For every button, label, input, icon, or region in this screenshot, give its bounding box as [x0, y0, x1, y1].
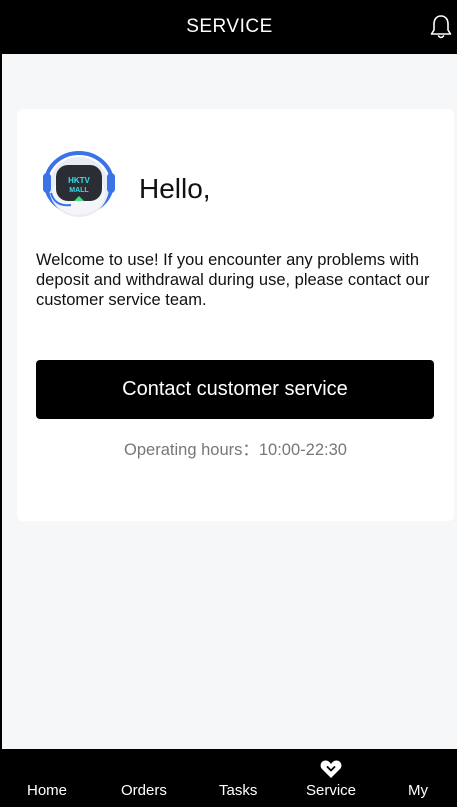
greeting-text: Hello,: [139, 173, 211, 204]
avatar-text-1: HKTV: [68, 176, 90, 185]
robot-avatar-icon: HKTV MALL: [43, 151, 115, 217]
contact-customer-service-button[interactable]: Contact customer service: [36, 360, 434, 419]
nav-item-orders[interactable]: Orders: [121, 782, 167, 799]
nav-item-home[interactable]: Home: [27, 782, 67, 799]
app-root: SERVICE HKTV MALL Hello, Welcome to use!…: [0, 0, 457, 807]
operating-hours-text: Operating hours：10:00-22:30: [124, 441, 347, 459]
bottom-nav: Home Orders Tasks Service My: [2, 749, 457, 807]
service-heart-icon: [320, 760, 342, 778]
bell-icon[interactable]: [429, 14, 453, 40]
welcome-description: Welcome to use! If you encounter any pro…: [36, 251, 430, 309]
nav-item-my[interactable]: My: [408, 782, 428, 799]
top-bar: SERVICE: [2, 0, 457, 54]
avatar-text-2: MALL: [69, 187, 89, 194]
service-card: HKTV MALL Hello, Welcome to use! If you …: [17, 109, 454, 521]
contact-button-label: Contact customer service: [122, 378, 348, 400]
nav-item-service[interactable]: Service: [306, 782, 356, 799]
nav-item-tasks[interactable]: Tasks: [219, 782, 257, 799]
page-title: SERVICE: [186, 16, 273, 37]
